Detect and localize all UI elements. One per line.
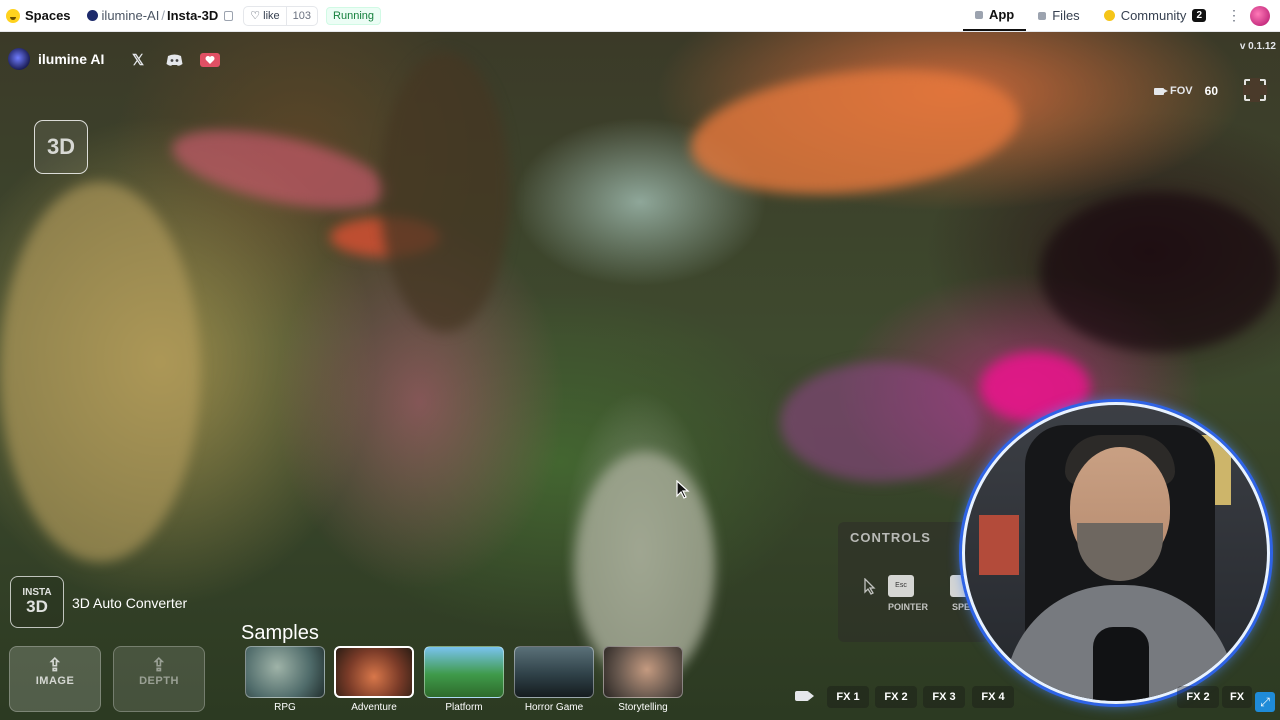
sample-label: Platform [445,702,483,713]
brand-name: ilumine AI [38,51,105,67]
space-name-link[interactable]: Insta-3D [167,8,218,23]
community-count-badge: 2 [1192,9,1206,22]
speed-key-label: SPE [952,602,971,612]
3d-mode-badge[interactable]: 3D [34,120,88,174]
sample-thumbnail [334,646,414,698]
version-label: v 0.1.12 [1239,41,1276,52]
upload-depth-label: DEPTH [139,675,179,687]
expand-icon[interactable]: ⤢ [1255,692,1275,712]
tab-app-label: App [988,7,1015,22]
mouse-pointer-icon [676,480,690,499]
forest-mushroom-left [165,114,395,225]
topbar-right: App Files Community 2 ⋮ [962,0,1280,31]
fov-control[interactable]: FOV 60 [1154,84,1218,98]
insta-logo-bottom: 3D [26,597,48,616]
more-options-icon[interactable]: ⋮ [1226,7,1242,24]
fov-label: FOV [1170,85,1193,97]
sample-label: Storytelling [618,702,668,713]
sample-storytelling[interactable]: Storytelling [603,646,683,713]
upload-icon: ⇪ [47,655,63,675]
org-avatar-icon [86,10,98,21]
tab-community-label: Community [1120,8,1187,23]
upload-depth-button[interactable]: ⇪ DEPTH [113,646,205,712]
breadcrumb-separator: / [161,8,165,23]
tab-community[interactable]: Community 2 [1092,0,1218,31]
discord-icon[interactable] [163,50,185,70]
like-label: like [263,9,280,22]
webcam-overlay [962,402,1270,704]
sample-thumbnail [514,646,594,698]
upload-image-label: IMAGE [35,675,75,687]
converter-title: 3D Auto Converter [72,595,188,611]
sample-platform[interactable]: Platform [424,646,504,713]
camera-icon [1154,87,1169,95]
like-widget: ♡ like 103 [243,5,319,26]
insta3d-logo: INSTA 3D [10,576,64,628]
fx-right-button[interactable]: FX [1222,686,1252,708]
pointer-key-label: POINTER [888,602,929,612]
esc-key: Esc [888,575,914,597]
forest-mushroom-orange [684,55,1026,209]
patreon-icon[interactable] [199,50,221,70]
sample-label: Horror Game [524,702,584,713]
fx-1-button[interactable]: FX 1 [827,686,869,708]
upload-icon: ⇪ [151,655,167,675]
copy-icon[interactable] [224,10,234,21]
record-camera-icon[interactable] [795,691,814,701]
like-count[interactable]: 103 [285,6,317,25]
heart-icon: ♡ [250,10,261,22]
user-avatar[interactable] [1250,5,1270,26]
forest-dark-right [1040,192,1280,352]
webcam-books [979,515,1019,575]
ilumine-logo-icon [8,48,30,70]
status-badge: Running [326,6,381,25]
sample-thumbnail [424,646,504,698]
sample-label: Adventure [351,702,397,713]
webcam-microphone [1093,627,1149,701]
huggingface-logo-icon[interactable] [6,8,20,23]
brand[interactable]: ilumine AI [8,48,104,70]
sample-adventure[interactable]: Adventure [334,646,414,713]
hf-topbar: Spaces ilumine-AI / Insta-3D ♡ like 103 R… [0,0,1280,32]
controls-title: CONTROLS [850,530,931,545]
fov-value: 60 [1204,84,1218,98]
pointer-cursor-icon [864,578,876,595]
x-icon[interactable]: 𝕏 [127,50,149,70]
3d-viewport[interactable]: ilumine AI 𝕏 v 0.1.12 3D FOV 60 CONTROLS… [0,32,1280,720]
tab-files[interactable]: Files [1026,0,1091,31]
sample-thumbnail [245,646,325,698]
forest-purple-right [780,362,980,482]
fx-4-button[interactable]: FX 4 [972,686,1014,708]
spaces-link[interactable]: Spaces [25,8,71,23]
sample-thumbnail [603,646,683,698]
app-icon [974,10,983,19]
topbar-left: Spaces ilumine-AI / Insta-3D ♡ like 103 R… [0,0,381,31]
like-button[interactable]: ♡ like [244,7,285,25]
upload-image-button[interactable]: ⇪ IMAGE [9,646,101,712]
files-icon [1038,11,1047,20]
samples-title: Samples [241,622,319,644]
sample-label: RPG [274,702,296,713]
tab-app[interactable]: App [962,0,1027,31]
fx-2-right-button[interactable]: FX 2 [1177,686,1219,708]
sample-rpg[interactable]: RPG [245,646,325,713]
community-icon [1103,10,1115,21]
fx-2-button[interactable]: FX 2 [875,686,917,708]
sample-horror-game[interactable]: Horror Game [514,646,594,713]
org-link[interactable]: ilumine-AI [102,8,160,23]
fx-3-button[interactable]: FX 3 [923,686,965,708]
tab-files-label: Files [1052,8,1080,23]
fullscreen-icon[interactable] [1243,78,1267,102]
forest-wall-left [0,182,200,562]
forest-trunk-left [380,52,510,332]
